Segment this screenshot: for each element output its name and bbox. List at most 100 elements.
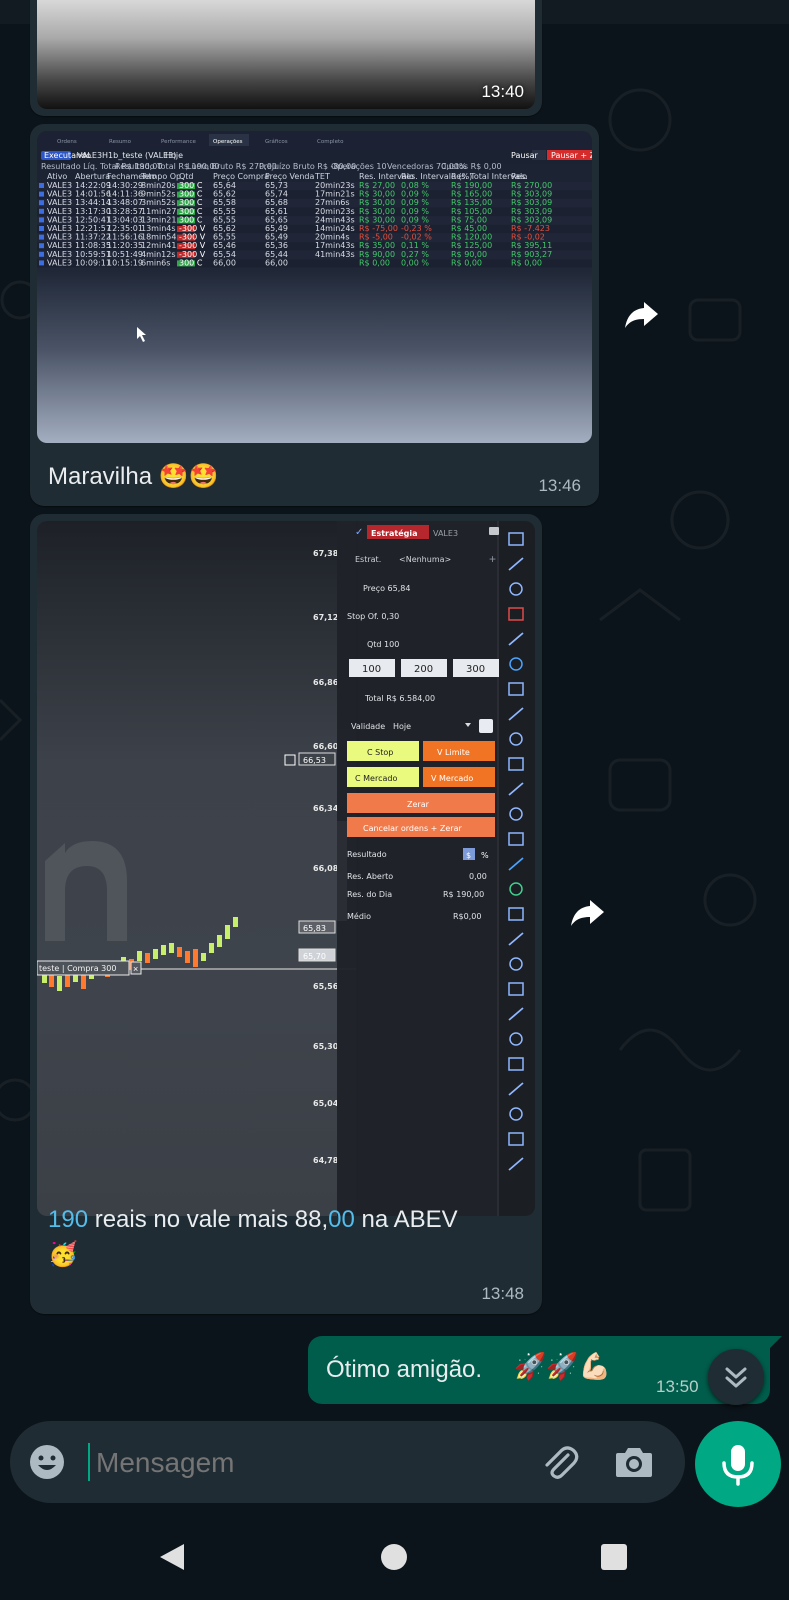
table-header: Preço Venda [265, 172, 314, 181]
system-nav-bar [0, 1510, 789, 1600]
scroll-down-button[interactable] [708, 1349, 764, 1405]
strategy-title: Estratégia [371, 528, 418, 538]
lock-icon[interactable] [489, 527, 499, 535]
average-value: R$0,00 [453, 912, 481, 921]
table-cell: 10:15:19 [107, 258, 143, 267]
home-icon[interactable] [381, 1544, 407, 1570]
summary-item: Custos R$ 0,00 [441, 162, 502, 171]
qty-preset-label: 100 [362, 664, 381, 675]
outgoing-text: Ótimo amigão. [326, 1356, 483, 1383]
calendar-icon[interactable] [479, 719, 493, 733]
platform-tab[interactable]: Ordens [57, 139, 77, 145]
add-icon[interactable]: + [489, 552, 496, 566]
table-header: Res. [511, 172, 528, 181]
qty-preset-label: 200 [414, 664, 433, 675]
c-mercado-label: C Mercado [355, 774, 397, 783]
table-cell: 66,00 [265, 258, 288, 267]
price-level: 64,78 [313, 1156, 339, 1165]
scroll-down-icon [725, 1367, 747, 1388]
candle [169, 943, 174, 953]
summary-item: Operações 10 [331, 162, 387, 171]
table-cell: VALE3 [47, 258, 72, 267]
message-image-1[interactable]: 13:40 [30, 0, 542, 116]
image-thumbnail[interactable] [37, 0, 535, 109]
strategy-label: Estrat. [355, 555, 381, 564]
currency-toggle-label: $ [466, 851, 471, 860]
message-image-3[interactable]: teste | Compra 300 × 67,38 67,12 66,86 66,6… [30, 514, 542, 1314]
price-level: 65,30 [313, 1042, 339, 1051]
day-result-value: R$ 190,00 [443, 890, 484, 899]
percent-toggle[interactable]: % [481, 851, 489, 860]
c-stop-label: C Stop [367, 748, 393, 757]
strategy-select[interactable]: <Nenhuma> [399, 555, 451, 564]
price-tag-1: 65,83 [303, 924, 326, 933]
v-mercado-label: V Mercado [431, 774, 473, 783]
recents-icon[interactable] [601, 1544, 627, 1570]
quantity-field[interactable]: Qtd 100 [367, 640, 399, 649]
table-cell: 41min43s [315, 250, 355, 259]
platform-tab[interactable]: Performance [161, 139, 196, 145]
emoji-icon[interactable] [28, 1443, 66, 1481]
platform-tab[interactable]: Resumo [109, 139, 132, 145]
result-label: Resultado [347, 850, 387, 859]
attach-icon[interactable] [540, 1443, 580, 1483]
cancel-orders-label: Cancelar ordens + Zerar [363, 824, 463, 833]
svg-text:×: × [133, 964, 138, 974]
candle [137, 951, 142, 961]
caption-part: reais no vale mais 88, [88, 1206, 329, 1233]
mouse-cursor-icon [137, 327, 146, 342]
table-cell: R$ 0,00 [511, 258, 542, 267]
price-level: 67,12 [313, 613, 338, 622]
back-icon[interactable] [158, 1542, 186, 1572]
price-tag-2: 65,70 [303, 952, 326, 961]
validity-label: Validade [351, 722, 385, 731]
message-image-2[interactable]: Ordens Resumo Performance Operações Gráficos… [30, 124, 599, 506]
platform-tab[interactable]: Completo [317, 139, 344, 145]
camera-icon[interactable] [614, 1445, 654, 1479]
candle [153, 949, 158, 959]
mic-button[interactable] [695, 1421, 781, 1507]
forward-icon[interactable] [568, 892, 608, 932]
rocket-muscle-emoji-icon: 🚀🚀💪🏻 [514, 1352, 612, 1382]
platform-tab[interactable]: Gráficos [265, 138, 288, 145]
message-time: 13:46 [538, 476, 581, 495]
price-level: 66,08 [313, 864, 339, 873]
pause-button[interactable]: Pausar [511, 151, 539, 160]
caption-part: 00 [328, 1206, 355, 1233]
message-time: 13:48 [481, 1284, 524, 1303]
table-cell: 300 C [179, 258, 203, 267]
qty-preset-label: 300 [466, 664, 485, 675]
validity-select[interactable]: Hoje [393, 722, 411, 731]
candle [201, 953, 206, 961]
current-price-tag: 66,53 [303, 756, 326, 765]
message-input[interactable] [94, 1441, 518, 1485]
forward-icon[interactable] [622, 294, 662, 334]
table-cell: 66,00 [213, 258, 236, 267]
candle [145, 953, 150, 963]
price-level: 66,86 [313, 678, 339, 687]
platform-tab[interactable]: Operações [213, 139, 243, 145]
open-result-value: 0,00 [469, 872, 487, 881]
table-cell: 10:09:11 [75, 258, 111, 267]
candle [185, 951, 190, 963]
star-struck-emoji-icon: 🤩🤩 [158, 462, 219, 490]
mic-icon [722, 1445, 754, 1486]
candle [57, 976, 62, 991]
table-header: Preço Compra [213, 172, 269, 181]
open-result-label: Res. Aberto [347, 872, 393, 881]
position-label: teste | Compra 300 [39, 964, 116, 973]
candle [217, 935, 222, 947]
strategy-icon: ✓ [355, 527, 363, 538]
image-thumbnail[interactable]: Ordens Resumo Performance Operações Gráficos… [37, 131, 592, 443]
caption-part: 190 [48, 1206, 89, 1233]
image-thumbnail[interactable]: teste | Compra 300 × 67,38 67,12 66,86 66,6… [37, 521, 535, 1216]
price-field[interactable]: Preço 65,84 [363, 584, 410, 593]
pause-stop-button[interactable]: Pausar + Zerar [551, 151, 592, 160]
stop-offset-field[interactable]: Stop Of. 0,30 [347, 612, 399, 621]
price-level: 65,56 [313, 982, 339, 991]
outgoing-message[interactable]: Ótimo amigão. 🚀🚀💪🏻 13:50 [308, 1336, 782, 1404]
message-time: 13:40 [481, 82, 524, 101]
total-value: Total R$ 6.584,00 [364, 694, 435, 703]
table-cell: 0,00 % [401, 258, 429, 267]
caption-text: Maravilha [48, 463, 153, 490]
